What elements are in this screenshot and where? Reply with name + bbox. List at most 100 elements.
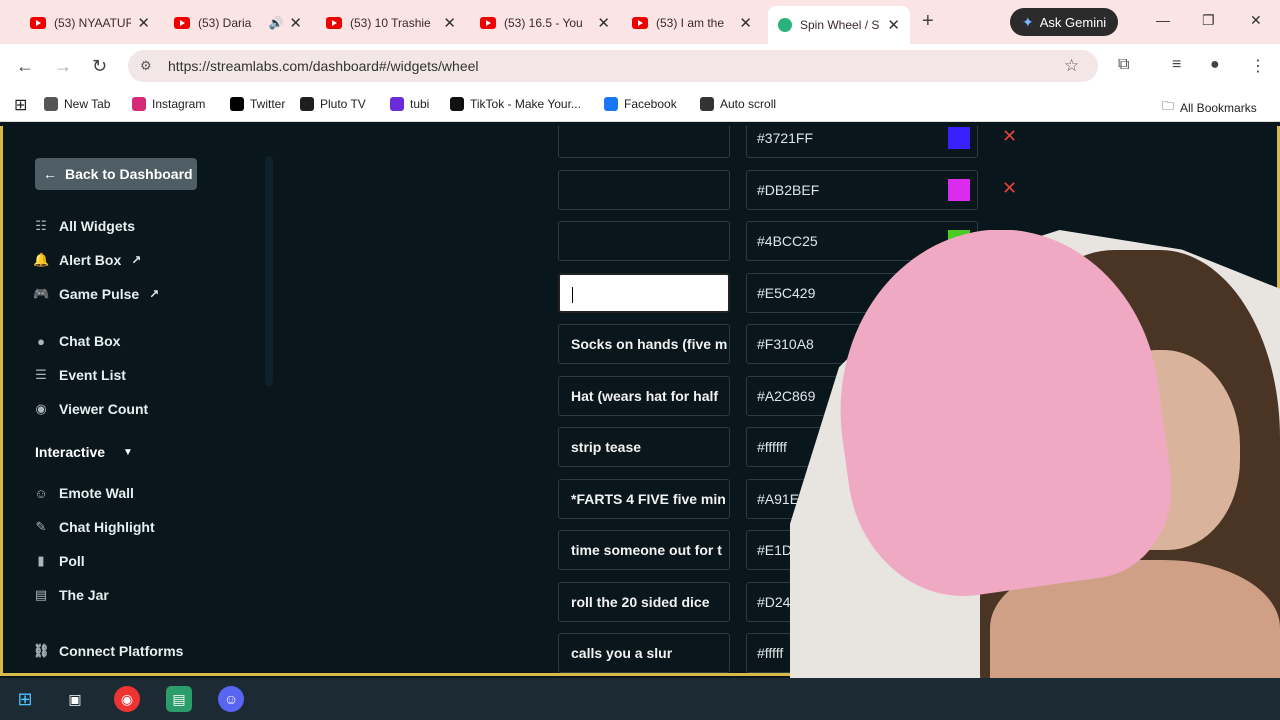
- bookmark-item[interactable]: Facebook: [604, 97, 677, 111]
- remove-segment-icon[interactable]: ✕: [1002, 178, 1017, 199]
- segment-label-input[interactable]: [558, 221, 730, 261]
- segment-label-input[interactable]: time someone out for t: [558, 530, 730, 570]
- pen-icon: ✎: [35, 519, 47, 534]
- segment-label-input[interactable]: Socks on hands (five m: [558, 324, 730, 364]
- windows-start-icon[interactable]: ⊞: [12, 686, 38, 712]
- segment-color-input[interactable]: #3721FF: [746, 126, 978, 158]
- bookmark-label: Pluto TV: [320, 97, 366, 111]
- sidebar-item[interactable]: 🔔 Alert Box ↗: [33, 249, 141, 271]
- discord-taskbar-icon[interactable]: ☺: [218, 686, 244, 712]
- segment-label-input[interactable]: calls you a slur: [558, 633, 730, 673]
- menu-kebab-icon[interactable]: ⋮: [1250, 56, 1266, 76]
- sidebar-scrollbar[interactable]: [265, 156, 273, 386]
- sidebar-item[interactable]: ▮ Poll: [33, 550, 85, 572]
- sidebar-item[interactable]: ▤ The Jar: [33, 584, 109, 606]
- bookmark-label: Auto scroll: [720, 97, 777, 111]
- bookmark-item[interactable]: Twitter: [230, 97, 285, 111]
- webcam-overlay: [790, 230, 1280, 720]
- browser-tab[interactable]: (53) NYAATUR ✕: [20, 8, 160, 38]
- segment-label-input[interactable]: *FARTS 4 FIVE five min: [558, 478, 730, 519]
- bookmark-item[interactable]: Auto scroll: [700, 97, 776, 111]
- tab-title: (53) NYAATUR: [54, 16, 132, 30]
- back-arrow-icon[interactable]: ←: [16, 56, 34, 77]
- apps-grid-icon[interactable]: ⊞: [14, 95, 27, 115]
- app-taskbar-icon[interactable]: ▤: [166, 686, 192, 712]
- segment-label-input[interactable]: strip tease: [558, 427, 730, 467]
- ask-gemini-label: Ask Gemini: [1039, 14, 1107, 30]
- ask-gemini-button[interactable]: ✦ Ask Gemini: [1010, 8, 1119, 36]
- close-tab-icon[interactable]: ✕: [289, 14, 302, 32]
- segment-label-input[interactable]: [558, 169, 730, 210]
- all-bookmarks-link[interactable]: 🗀 All Bookmarks: [1162, 97, 1257, 118]
- browser-tab[interactable]: (53) 16.5 - You ✕: [470, 8, 620, 38]
- close-tab-icon[interactable]: ✕: [739, 14, 752, 32]
- task-view-icon[interactable]: ▣: [62, 686, 88, 712]
- sidebar-item[interactable]: ☺ Emote Wall: [33, 482, 134, 504]
- url-text: https://streamlabs.com/dashboard#/widget…: [168, 58, 479, 74]
- bar-chart-icon: ▮: [37, 553, 45, 568]
- tab-spin-wheel[interactable]: Spin Wheel / S ✕: [768, 6, 910, 44]
- back-to-dashboard-button[interactable]: ← Back to Dashboard: [35, 158, 197, 190]
- remove-segment-icon[interactable]: ✕: [1002, 126, 1017, 147]
- sidebar-item-label: Game Pulse: [59, 286, 140, 302]
- bookmark-item[interactable]: Instagram: [132, 97, 205, 111]
- youtube-favicon-icon: [174, 17, 190, 29]
- bookmark-label: Twitter: [250, 97, 286, 111]
- sidebar-item[interactable]: ✎ Chat Highlight: [33, 516, 155, 538]
- browser-tab[interactable]: (53) 10 Trashie ✕: [316, 8, 466, 38]
- tab-title: (53) 16.5 - You: [504, 16, 583, 30]
- tab-title: Spin Wheel / S: [800, 18, 880, 32]
- bookmark-star-icon[interactable]: ☆: [1064, 56, 1079, 76]
- site-info-icon[interactable]: ⚙: [140, 58, 158, 74]
- interactive-section-header[interactable]: Interactive ▼: [35, 444, 133, 460]
- bookmark-favicon-icon: [300, 97, 314, 111]
- speaker-icon[interactable]: 🔊: [268, 16, 283, 30]
- browser-tab[interactable]: (53) Daria 🔊 ✕: [164, 8, 312, 38]
- segment-label-input[interactable]: [558, 126, 730, 158]
- segment-label-input[interactable]: roll the 20 sided dice: [558, 581, 730, 622]
- list-icon: ☰: [35, 367, 47, 382]
- sidebar-item[interactable]: ☷ All Widgets: [33, 215, 135, 237]
- sidebar-item-label: Alert Box: [59, 252, 122, 268]
- reload-icon[interactable]: ↻: [92, 56, 107, 77]
- new-tab-button[interactable]: +: [922, 10, 934, 33]
- media-icon[interactable]: ≡: [1172, 56, 1181, 74]
- segment-label-input[interactable]: Hat (wears hat for half: [558, 375, 730, 416]
- bookmark-item[interactable]: Pluto TV: [300, 97, 366, 111]
- bookmark-label: Instagram: [152, 97, 206, 111]
- sidebar-item[interactable]: ◉ Viewer Count: [33, 398, 148, 420]
- sidebar-item[interactable]: ☰ Event List: [33, 364, 126, 386]
- extensions-icon[interactable]: ⧉: [1118, 56, 1129, 74]
- bookmark-item[interactable]: TikTok - Make Your...: [450, 97, 581, 111]
- sidebar-item-label: Poll: [59, 553, 85, 569]
- sidebar-item-label: The Jar: [59, 587, 109, 603]
- color-swatch[interactable]: [948, 127, 970, 149]
- segment-label-input[interactable]: [558, 272, 730, 313]
- sidebar-item-connect-platforms[interactable]: ⛓ Connect Platforms: [33, 640, 183, 662]
- chrome-taskbar-icon[interactable]: ◉: [114, 686, 140, 712]
- sidebar-item[interactable]: 🎮 Game Pulse ↗: [33, 283, 159, 305]
- sidebar-item[interactable]: ● Chat Box: [33, 330, 120, 352]
- forward-arrow-icon[interactable]: →: [54, 56, 72, 77]
- close-tab-icon[interactable]: ✕: [887, 16, 900, 34]
- close-window-icon[interactable]: ✕: [1250, 12, 1262, 29]
- address-bar[interactable]: ⚙ https://streamlabs.com/dashboard#/widg…: [128, 50, 1098, 82]
- segment-color-input[interactable]: #DB2BEF: [746, 169, 978, 210]
- browser-tab[interactable]: (53) I am the ✕: [622, 8, 762, 38]
- close-tab-icon[interactable]: ✕: [443, 14, 456, 32]
- emoji-icon: ☺: [34, 485, 48, 501]
- bookmark-label: Facebook: [624, 97, 677, 111]
- bookmark-item[interactable]: New Tab: [44, 97, 110, 111]
- color-swatch[interactable]: [948, 178, 970, 201]
- bookmark-favicon-icon: [44, 97, 58, 111]
- bookmark-favicon-icon: [700, 97, 714, 111]
- close-tab-icon[interactable]: ✕: [137, 14, 150, 32]
- restore-icon[interactable]: ❐: [1202, 12, 1215, 29]
- folder-icon: 🗀: [1162, 99, 1175, 113]
- close-tab-icon[interactable]: ✕: [597, 14, 610, 32]
- minimize-icon[interactable]: —: [1156, 12, 1170, 28]
- bookmark-item[interactable]: tubi: [390, 97, 429, 111]
- bookmark-favicon-icon: [450, 97, 464, 111]
- profile-avatar-icon[interactable]: ●: [1210, 56, 1220, 74]
- segment-color-value: #DB2BEF: [757, 181, 820, 198]
